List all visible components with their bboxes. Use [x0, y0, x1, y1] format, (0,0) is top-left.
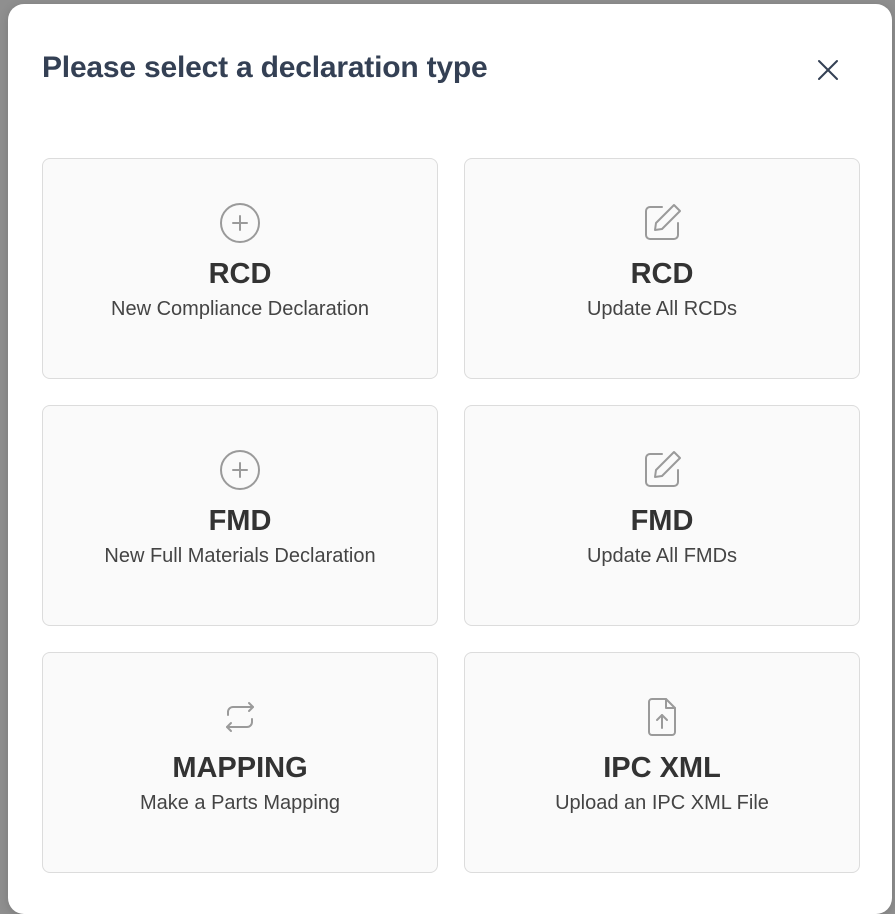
option-subtitle: New Full Materials Declaration: [104, 545, 376, 567]
plus-circle-icon: [218, 201, 262, 245]
option-title: FMD: [630, 505, 694, 537]
option-card-new-rcd[interactable]: RCD New Compliance Declaration: [42, 158, 438, 379]
option-subtitle: Upload an IPC XML File: [555, 792, 769, 814]
option-card-mapping[interactable]: MAPPING Make a Parts Mapping: [42, 652, 438, 873]
option-subtitle: Update All FMDs: [586, 545, 738, 567]
refresh-icon: [218, 695, 262, 739]
option-title: FMD: [208, 505, 272, 537]
option-grid: RCD New Compliance Declaration RCD Updat…: [42, 158, 860, 873]
option-subtitle: New Compliance Declaration: [111, 298, 369, 320]
option-subtitle: Update All RCDs: [586, 298, 738, 320]
file-upload-icon: [640, 695, 684, 739]
option-card-ipc-xml[interactable]: IPC XML Upload an IPC XML File: [464, 652, 860, 873]
option-title: IPC XML: [603, 752, 721, 784]
edit-icon: [640, 201, 684, 245]
option-title: MAPPING: [172, 752, 308, 784]
plus-circle-icon: [218, 448, 262, 492]
dialog-title: Please select a declaration type: [42, 51, 488, 84]
option-title: RCD: [208, 258, 272, 290]
option-card-update-fmd[interactable]: FMD Update All FMDs: [464, 405, 860, 626]
option-card-new-fmd[interactable]: FMD New Full Materials Declaration: [42, 405, 438, 626]
option-subtitle: Make a Parts Mapping: [139, 792, 341, 814]
declaration-type-dialog: Please select a declaration type RCD New…: [8, 4, 892, 914]
edit-icon: [640, 448, 684, 492]
close-icon: [818, 60, 838, 80]
option-card-update-rcd[interactable]: RCD Update All RCDs: [464, 158, 860, 379]
option-title: RCD: [630, 258, 694, 290]
close-button[interactable]: [811, 53, 845, 87]
